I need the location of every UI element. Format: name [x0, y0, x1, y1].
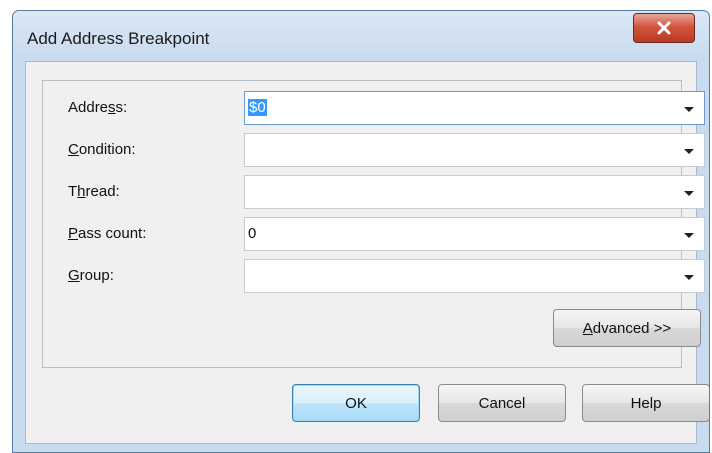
thread-label: Thread:: [68, 183, 120, 200]
chevron-down-icon[interactable]: [684, 191, 694, 196]
group-label: Group:: [68, 267, 114, 284]
cancel-button[interactable]: Cancel: [438, 384, 566, 422]
close-x-icon: [657, 21, 671, 35]
advanced-button[interactable]: Advanced >>: [553, 309, 701, 347]
chevron-down-icon[interactable]: [684, 107, 694, 112]
chevron-down-icon[interactable]: [684, 233, 694, 238]
dialog-title: Add Address Breakpoint: [27, 29, 210, 48]
breakpoint-options-group: Address: $0 Condition: Thread: Pass coun…: [42, 80, 705, 368]
pass-count-label: Pass count:: [68, 225, 147, 242]
pass-count-value[interactable]: 0: [248, 225, 256, 242]
pass-count-combobox[interactable]: 0: [244, 217, 705, 251]
title-bar[interactable]: Add Address Breakpoint: [13, 11, 709, 63]
chevron-down-icon[interactable]: [684, 275, 694, 280]
cancel-button-label: Cancel: [478, 394, 526, 412]
dialog-client-area: Address: $0 Condition: Thread: Pass coun…: [25, 61, 709, 444]
condition-label: Condition:: [68, 141, 136, 158]
help-button-label: Help: [630, 394, 662, 412]
help-button[interactable]: Help: [582, 384, 709, 422]
chevron-down-icon[interactable]: [684, 149, 694, 154]
address-label: Address:: [68, 99, 128, 116]
group-combobox[interactable]: [244, 259, 705, 293]
thread-combobox[interactable]: [244, 175, 705, 209]
advanced-button-label: Advanced >>: [582, 319, 672, 337]
ok-button-label: OK: [345, 394, 367, 412]
close-button[interactable]: [633, 13, 695, 43]
address-value[interactable]: $0: [248, 99, 267, 116]
condition-combobox[interactable]: [244, 133, 705, 167]
add-address-breakpoint-dialog: Add Address Breakpoint Address: $0 Condi…: [12, 10, 710, 453]
ok-button[interactable]: OK: [292, 384, 420, 422]
address-combobox[interactable]: $0: [244, 91, 705, 125]
